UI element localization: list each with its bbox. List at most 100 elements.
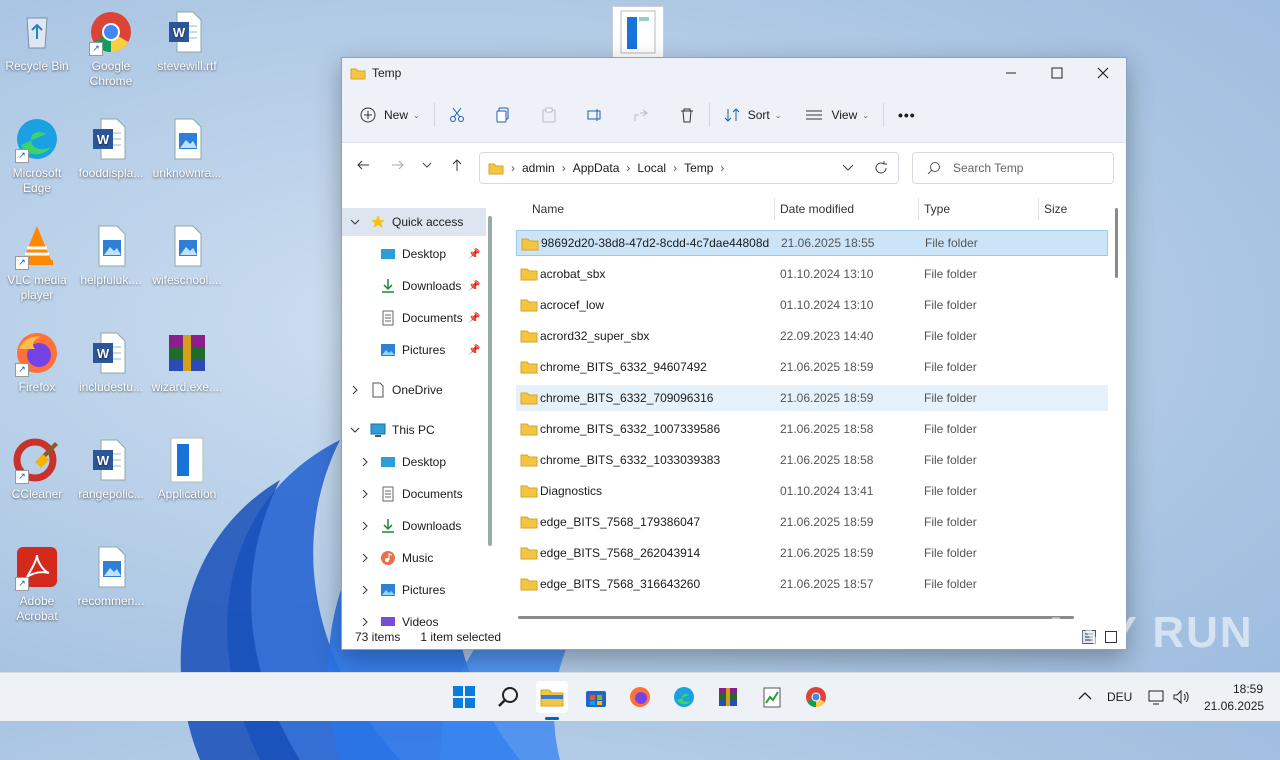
desktop-icon-6[interactable]: unknownra... bbox=[150, 115, 224, 181]
nav-pc-videos[interactable]: Videos bbox=[342, 608, 438, 626]
search-box[interactable]: Search Temp bbox=[912, 152, 1114, 184]
edge-taskbar-button[interactable] bbox=[668, 681, 700, 713]
vertical-scrollbar[interactable] bbox=[1115, 208, 1118, 278]
back-button[interactable] bbox=[356, 158, 370, 175]
desktop-icon-5[interactable]: Wfooddispla... bbox=[74, 115, 148, 181]
firefox-taskbar-button[interactable] bbox=[624, 681, 656, 713]
table-row[interactable]: acrord32_super_sbx 22.09.2023 14:40 File f… bbox=[516, 323, 1108, 349]
table-row[interactable]: chrome_BITS_6332_1007339586 21.06.2025 18… bbox=[516, 416, 1108, 442]
desktop-icon-1[interactable]: Recycle Bin bbox=[0, 8, 74, 74]
title-bar[interactable]: Temp bbox=[342, 58, 1126, 88]
cut-button[interactable] bbox=[441, 98, 473, 132]
desktop-icon-9[interactable]: wifeschool.... bbox=[150, 222, 224, 288]
new-button[interactable]: New ⌄ bbox=[352, 98, 428, 132]
nav-pc-downloads[interactable]: Downloads bbox=[342, 512, 461, 540]
desktop-icon-13[interactable]: ↗ CCleaner bbox=[0, 436, 74, 502]
nav-pc-pictures[interactable]: Pictures bbox=[342, 576, 445, 604]
column-header-type[interactable]: Type bbox=[924, 196, 950, 222]
table-row[interactable]: Diagnostics 01.10.2024 13:41 File folder bbox=[516, 478, 1108, 504]
column-divider[interactable] bbox=[918, 198, 919, 220]
chevron-up-icon[interactable] bbox=[1078, 691, 1092, 701]
table-row[interactable]: edge_BITS_7568_262043914 21.06.2025 18:59… bbox=[516, 540, 1108, 566]
desktop-icon-14[interactable]: Wrangepolic... bbox=[74, 436, 148, 502]
clock-date[interactable]: 21.06.2025 bbox=[1204, 699, 1264, 713]
table-row[interactable]: edge_BITS_7568_316643260 21.06.2025 18:57… bbox=[516, 571, 1108, 597]
view-button[interactable]: View ⌄ bbox=[797, 98, 877, 132]
chevron-right-icon[interactable]: › bbox=[673, 161, 677, 175]
nav-pc-music[interactable]: Music bbox=[342, 544, 433, 572]
up-button[interactable] bbox=[450, 158, 464, 175]
desktop-icon-11[interactable]: Wincludestu... bbox=[74, 329, 148, 395]
nav-label: Videos bbox=[402, 615, 439, 626]
breadcrumb-appdata[interactable]: AppData bbox=[573, 161, 620, 175]
nav-qa-downloads[interactable]: Downloads 📌 bbox=[342, 272, 480, 300]
nav-onedrive[interactable]: OneDrive bbox=[342, 376, 443, 404]
recent-locations-button[interactable] bbox=[422, 158, 432, 175]
chevron-right-icon[interactable]: › bbox=[562, 161, 566, 175]
clock-time[interactable]: 18:59 bbox=[1233, 682, 1263, 696]
nav-qa-desktop[interactable]: Desktop 📌 bbox=[342, 240, 480, 268]
desktop-icon-2[interactable]: ↗ Google Chrome bbox=[74, 8, 148, 89]
column-header-size[interactable]: Size bbox=[1044, 196, 1067, 222]
network-icon[interactable] bbox=[1148, 689, 1166, 705]
delete-button[interactable] bbox=[671, 98, 703, 132]
table-row[interactable]: edge_BITS_7568_179386047 21.06.2025 18:59… bbox=[516, 509, 1108, 535]
application-window-thumbnail[interactable] bbox=[612, 6, 664, 58]
table-row[interactable]: 98692d20-38d8-47d2-8cdd-4c7dae44808d 21.0… bbox=[516, 230, 1108, 256]
nav-quick-access[interactable]: Quick access bbox=[342, 208, 486, 236]
table-row[interactable]: acrocef_low 01.10.2024 13:10 File folder bbox=[516, 292, 1108, 318]
sort-button[interactable]: Sort ⌄ bbox=[716, 98, 790, 132]
nav-pc-documents[interactable]: Documents bbox=[342, 480, 463, 508]
file-explorer-taskbar-button[interactable] bbox=[536, 681, 568, 713]
minimize-button[interactable] bbox=[988, 58, 1034, 88]
desktop-icon-12[interactable]: wizard.exe.... bbox=[150, 329, 224, 395]
desktop-icon-7[interactable]: ↗ VLC media player bbox=[0, 222, 74, 303]
winrar-taskbar-button[interactable] bbox=[712, 681, 744, 713]
forward-button[interactable] bbox=[391, 158, 405, 175]
desktop-icon-8[interactable]: helpfuluk.... bbox=[74, 222, 148, 288]
desktop-icon-16[interactable]: ↗ Adobe Acrobat bbox=[0, 543, 74, 624]
table-row[interactable]: chrome_BITS_6332_1033039383 21.06.2025 18… bbox=[516, 447, 1108, 473]
address-dropdown-icon[interactable] bbox=[842, 163, 854, 173]
desktop-icon-17[interactable]: recommen... bbox=[74, 543, 148, 609]
file-type: File folder bbox=[924, 329, 977, 343]
start-button[interactable] bbox=[448, 681, 480, 713]
maximize-button[interactable] bbox=[1034, 58, 1080, 88]
nav-pc-desktop[interactable]: Desktop bbox=[342, 448, 446, 476]
chrome-taskbar-button[interactable] bbox=[800, 681, 832, 713]
address-bar[interactable]: › admin › AppData › Local › Temp › bbox=[479, 152, 899, 184]
desktop-icon-4[interactable]: ↗ Microsoft Edge bbox=[0, 115, 74, 196]
table-row[interactable]: chrome_BITS_6332_94607492 21.06.2025 18:5… bbox=[516, 354, 1108, 380]
breadcrumb-admin[interactable]: admin bbox=[522, 161, 555, 175]
desktop-icon-3[interactable]: Wstevewill.rtf bbox=[150, 8, 224, 74]
nav-qa-pictures[interactable]: Pictures 📌 bbox=[342, 336, 480, 364]
store-taskbar-button[interactable] bbox=[580, 681, 612, 713]
chevron-right-icon[interactable]: › bbox=[720, 161, 724, 175]
task-manager-taskbar-button[interactable] bbox=[756, 681, 788, 713]
more-options-button[interactable]: ••• bbox=[890, 98, 924, 132]
search-taskbar-button[interactable] bbox=[492, 681, 524, 713]
breadcrumb-temp[interactable]: Temp bbox=[684, 161, 713, 175]
table-row[interactable]: chrome_BITS_6332_709096316 21.06.2025 18:… bbox=[516, 385, 1108, 411]
paste-button[interactable] bbox=[533, 98, 565, 132]
volume-icon[interactable] bbox=[1172, 689, 1190, 705]
column-header-date[interactable]: Date modified bbox=[780, 196, 854, 222]
column-header-name[interactable]: Name bbox=[532, 196, 564, 222]
horizontal-scrollbar[interactable] bbox=[518, 616, 1074, 619]
copy-button[interactable] bbox=[487, 98, 519, 132]
rename-button[interactable] bbox=[579, 98, 611, 132]
language-indicator[interactable]: DEU bbox=[1107, 690, 1132, 704]
column-divider[interactable] bbox=[1038, 198, 1039, 220]
nav-this-pc[interactable]: This PC bbox=[342, 416, 435, 444]
chevron-right-icon[interactable]: › bbox=[626, 161, 630, 175]
nav-scrollbar[interactable] bbox=[488, 216, 492, 546]
column-divider[interactable] bbox=[774, 198, 775, 220]
close-button[interactable] bbox=[1080, 58, 1126, 88]
breadcrumb-local[interactable]: Local bbox=[637, 161, 666, 175]
share-button[interactable] bbox=[625, 98, 657, 132]
nav-qa-documents[interactable]: Documents 📌 bbox=[342, 304, 480, 332]
desktop-icon-15[interactable]: Application bbox=[150, 436, 224, 502]
table-row[interactable]: acrobat_sbx 01.10.2024 13:10 File folder bbox=[516, 261, 1108, 287]
refresh-icon[interactable] bbox=[874, 161, 888, 175]
desktop-icon-10[interactable]: ↗ Firefox bbox=[0, 329, 74, 395]
